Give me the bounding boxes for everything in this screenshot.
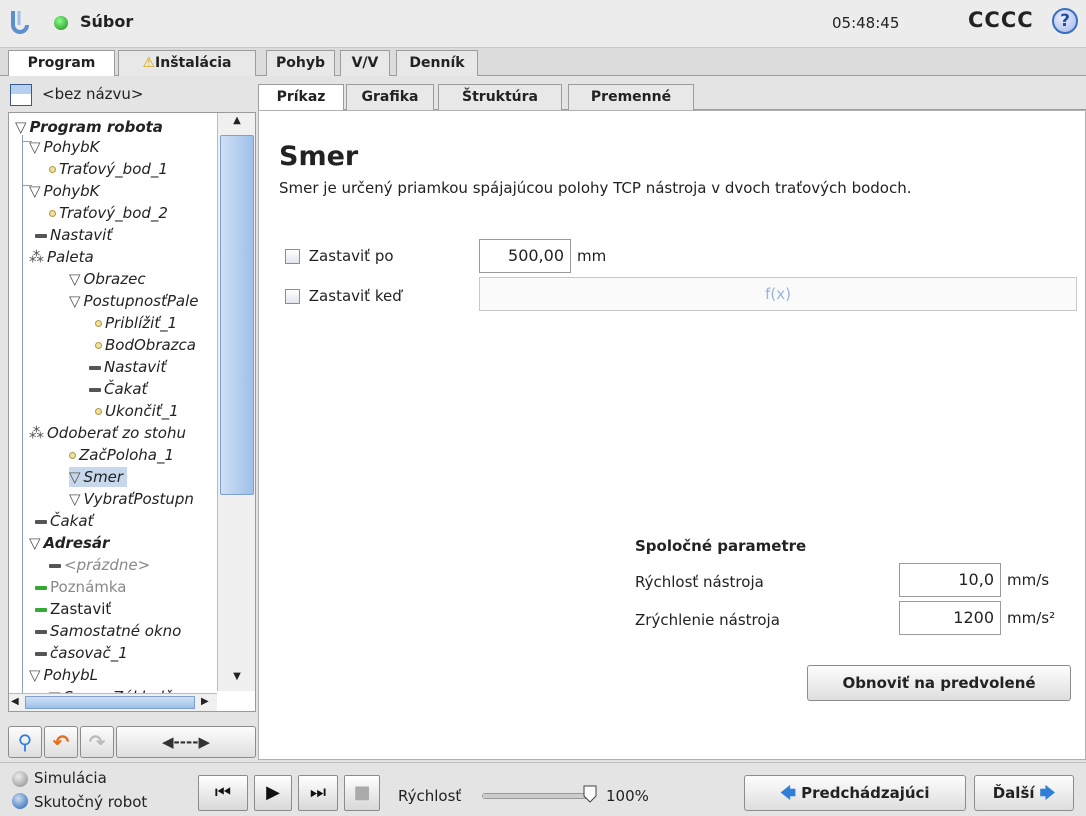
redo-icon[interactable]: ↷	[80, 726, 114, 758]
tree-node-set-2[interactable]: Nastaviť	[89, 357, 166, 377]
tree-vertical-scrollbar[interactable]: ▲ ▼	[217, 113, 255, 691]
tool-accel-unit: mm/s²	[1007, 609, 1056, 627]
tool-speed-unit: mm/s	[1007, 571, 1050, 589]
stop-icon[interactable]: ■	[344, 775, 380, 811]
main-tab-bar: Program ⚠Inštalácia Pohyb V/V Denník	[0, 48, 1086, 76]
speed-label: Rýchlosť	[398, 787, 462, 805]
tree-node-pattern[interactable]: ▽ Obrazec	[69, 269, 146, 289]
tree-horizontal-scrollbar[interactable]: ◀ ▶	[9, 693, 217, 711]
tree-node-movej-1[interactable]: ▽ PohybK	[29, 137, 100, 157]
tab-installation[interactable]: ⚠Inštalácia	[118, 50, 256, 76]
previous-button[interactable]: 🡄 Predchádzajúci	[744, 775, 966, 811]
status-dot-icon	[54, 16, 68, 30]
command-tab-bar: Príkaz Grafika Štruktúra Premenné	[258, 84, 1086, 110]
tool-speed-input[interactable]: 10,0	[899, 563, 1001, 597]
save-icon[interactable]	[10, 84, 32, 106]
tree-node-exit[interactable]: Ukončiť_1	[95, 401, 179, 421]
step-icon[interactable]: ⏭	[298, 775, 338, 811]
scroll-thumb[interactable]	[220, 135, 254, 495]
tree-node-popup[interactable]: Samostatné okno	[35, 621, 181, 641]
footer-bar: Simulácia Skutočný robot ⏮ ▶ ⏭ ■ Rýchlos…	[0, 762, 1086, 816]
arrow-left-icon: 🡄	[780, 784, 796, 802]
warning-icon: ⚠	[142, 55, 156, 71]
tree-toolbar: ⚲ ↶ ↷ ◀----▶	[8, 724, 256, 760]
search-icon[interactable]: ⚲	[8, 726, 42, 758]
file-menu[interactable]: Súbor	[80, 12, 133, 31]
stop-when-checkbox[interactable]	[285, 289, 300, 304]
tab-move[interactable]: Pohyb	[266, 50, 335, 76]
speed-slider-thumb[interactable]	[583, 785, 597, 803]
tree-node-pallet[interactable]: ⁂ Paleta	[29, 247, 94, 267]
tree-node-pallet-sequence[interactable]: ▽ PostupnosťPale	[69, 291, 199, 311]
program-name: <bez názvu>	[42, 85, 144, 103]
scroll-down-icon[interactable]: ▼	[222, 671, 252, 689]
program-header: <bez názvu>	[0, 76, 258, 112]
tree-node-timer[interactable]: časovač_1	[35, 643, 128, 663]
reset-defaults-button[interactable]: Obnoviť na predvolené	[807, 665, 1071, 701]
stop-after-label: Zastaviť po	[308, 247, 394, 265]
tree-node-start-pos[interactable]: ZačPoloha_1	[69, 445, 174, 465]
tree-node-comment[interactable]: Poznámka	[35, 577, 127, 597]
tab-structure[interactable]: Štruktúra	[438, 84, 562, 110]
undo-icon[interactable]: ↶	[44, 726, 78, 758]
tab-log[interactable]: Denník	[396, 50, 478, 76]
stop-when-label: Zastaviť keď	[308, 287, 402, 305]
tab-graphics[interactable]: Grafika	[346, 84, 434, 110]
play-icon[interactable]: ▶	[254, 775, 292, 811]
tree-node-pattern-point[interactable]: BodObrazca	[95, 335, 196, 355]
tree-node-waypoint-1[interactable]: Traťový_bod_1	[49, 159, 168, 179]
real-robot-label: Skutočný robot	[34, 793, 148, 811]
tool-accel-label: Zrýchlenie nástroja	[635, 611, 780, 629]
help-icon[interactable]: ?	[1052, 8, 1078, 34]
tab-command[interactable]: Príkaz	[258, 84, 344, 110]
move-node-icon[interactable]: ◀----▶	[116, 726, 256, 758]
tree-node-movel[interactable]: ▽ PohybL	[29, 665, 98, 685]
tree-node-destack[interactable]: ⁂ Odoberať zo stohu	[29, 423, 186, 443]
tree-node-halt[interactable]: Zastaviť	[35, 599, 111, 619]
tab-variables[interactable]: Premenné	[568, 84, 694, 110]
stop-after-unit: mm	[577, 247, 607, 265]
tree-node-wait-1[interactable]: Čakať	[89, 379, 147, 399]
tree-node-wait-2[interactable]: Čakať	[35, 511, 93, 531]
scroll-up-icon[interactable]: ▲	[222, 115, 252, 133]
top-bar: Súbor 05:48:45 CCCC ?	[0, 0, 1086, 48]
ur-logo-icon	[11, 11, 29, 34]
tree-node-set-1[interactable]: Nastaviť	[35, 225, 112, 245]
page-description: Smer je určený priamkou spájajúcou poloh…	[279, 179, 912, 197]
real-robot-radio[interactable]	[12, 793, 28, 809]
page-title: Smer	[279, 141, 359, 172]
tree-node-movej-2[interactable]: ▽ PohybK	[29, 181, 100, 201]
tool-speed-label: Rýchlosť nástroja	[635, 573, 764, 591]
speed-value: 100%	[606, 787, 649, 805]
simulation-label: Simulácia	[34, 769, 107, 787]
tree-node-approach[interactable]: Priblížiť_1	[95, 313, 177, 333]
tab-io[interactable]: V/V	[340, 50, 390, 76]
tree-node-folder[interactable]: ▽ Adresár	[29, 533, 109, 553]
stop-when-expression[interactable]: f(x)	[479, 277, 1077, 311]
clock: 05:48:45	[832, 14, 900, 32]
rewind-icon[interactable]: ⏮	[198, 775, 248, 811]
robot-name: CCCC	[968, 8, 1034, 32]
speed-slider[interactable]	[482, 793, 590, 799]
tab-program[interactable]: Program	[8, 50, 115, 76]
stop-after-row: Zastaviť po	[285, 247, 394, 265]
h-scroll-thumb[interactable]	[25, 696, 195, 709]
scroll-right-icon[interactable]: ▶	[201, 696, 209, 707]
program-tree: ▽ Program robota ▽ PohybK Traťový_bod_1 ▽ P…	[8, 112, 256, 712]
next-button[interactable]: Ďalší 🡆	[974, 775, 1074, 811]
tree-node-program[interactable]: ▽ Program robota	[15, 117, 163, 137]
stop-after-checkbox[interactable]	[285, 249, 300, 264]
tree-node-pick-sequence[interactable]: ▽ VybraťPostupn	[69, 489, 194, 509]
simulation-radio[interactable]	[12, 771, 28, 787]
common-params-title: Spoločné parametre	[635, 537, 807, 555]
tree-node-waypoint-2[interactable]: Traťový_bod_2	[49, 203, 168, 223]
tree-node-direction-selected[interactable]: ▽ Smer	[69, 467, 128, 487]
stop-after-input[interactable]: 500,00	[479, 239, 571, 273]
tool-accel-input[interactable]: 1200	[899, 601, 1001, 635]
stop-when-row: Zastaviť keď	[285, 287, 402, 305]
tree-node-empty[interactable]: <prázdne>	[49, 555, 150, 575]
arrow-right-icon: 🡆	[1039, 784, 1056, 802]
command-panel: Smer Smer je určený priamkou spájajúcou …	[258, 110, 1086, 760]
scroll-left-icon[interactable]: ◀	[11, 696, 19, 707]
